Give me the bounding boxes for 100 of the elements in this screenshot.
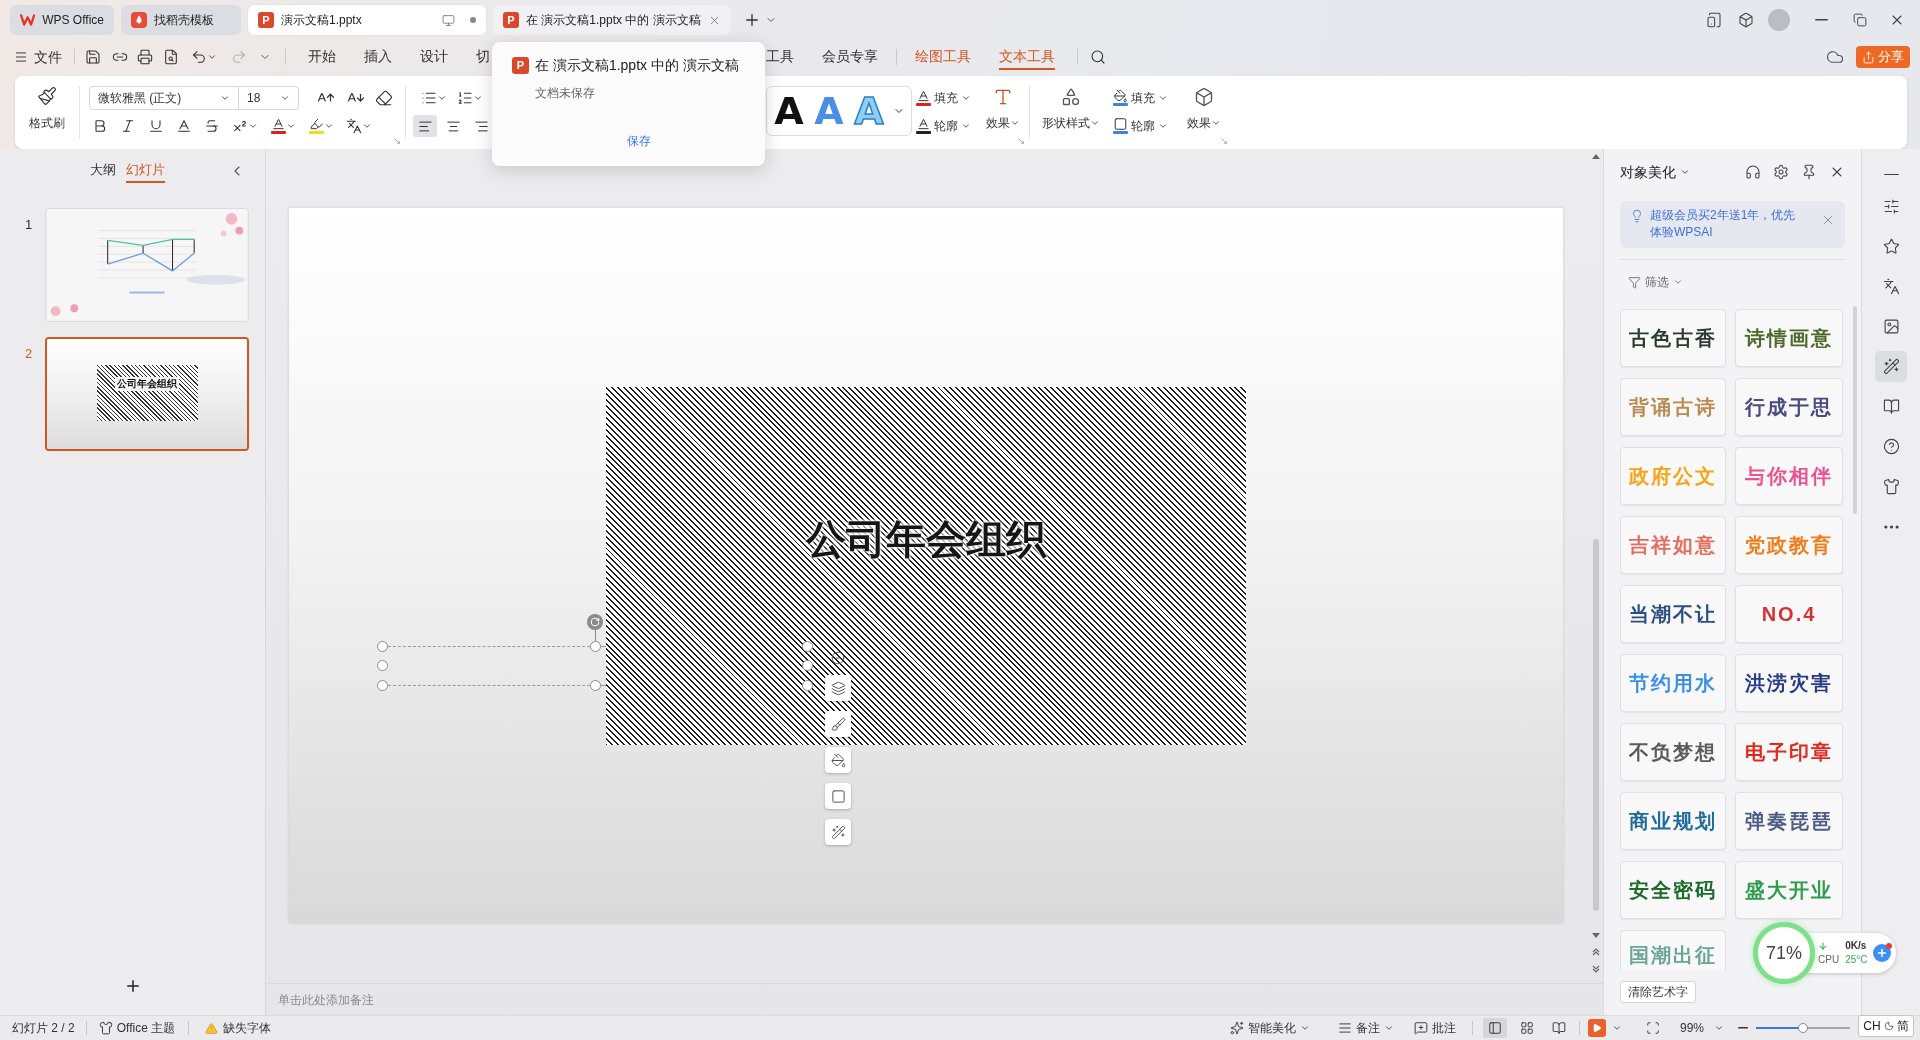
eraser-icon[interactable]	[375, 89, 393, 107]
panel-tab[interactable]: 幻灯片	[126, 159, 165, 183]
resize-handle[interactable]	[590, 680, 601, 691]
headset-icon[interactable]	[1745, 164, 1761, 180]
slide-thumbnail[interactable]	[45, 208, 249, 322]
fit-to-window-icon[interactable]	[1645, 1021, 1660, 1035]
pin-icon[interactable]	[1801, 164, 1817, 180]
wordart-style-tile[interactable]: 弹奏琵琶	[1735, 792, 1843, 850]
menu-tab[interactable]: 开始	[308, 44, 336, 70]
layers-button[interactable]	[825, 675, 851, 701]
save-link[interactable]: 保存	[626, 132, 651, 150]
comments-button[interactable]: 批注	[1413, 1019, 1456, 1037]
document-tab[interactable]: P 演示文稿1.pptx	[248, 5, 486, 35]
format-painter-button[interactable]: 格式刷	[29, 86, 65, 132]
filter-dropdown[interactable]: 筛选	[1628, 270, 1683, 294]
brush-button[interactable]	[825, 711, 851, 737]
align-left-button[interactable]	[413, 115, 437, 137]
settings-icon[interactable]	[1773, 164, 1789, 180]
menu-tab[interactable]: 会员专享	[822, 44, 878, 70]
shape-style-button[interactable]: 形状样式	[1042, 86, 1100, 132]
menu-tab[interactable]: 设计	[420, 44, 448, 70]
numbered-list-icon[interactable]	[457, 90, 473, 106]
resize-handle[interactable]	[377, 641, 388, 652]
shape-effect-button[interactable]: 效果	[1187, 86, 1221, 132]
file-menu[interactable]: 文件	[14, 46, 62, 68]
menu-tab[interactable]: 切	[476, 44, 490, 70]
font-family-dropdown[interactable]: 微软雅黑 (正文)	[89, 86, 239, 110]
panel-title-dropdown[interactable]: 对象美化	[1620, 161, 1690, 183]
notes-field[interactable]: 单击此处添加备注	[266, 984, 1603, 1015]
theme-button[interactable]: Office 主题	[98, 1019, 176, 1037]
italic-icon[interactable]	[120, 118, 136, 134]
wordart-style-tile[interactable]: 洪涝灾害	[1735, 654, 1843, 712]
notes-button[interactable]: 备注	[1337, 1019, 1394, 1037]
smart-beautify-button[interactable]: 智能美化	[1229, 1019, 1310, 1037]
normal-view-button[interactable]	[1482, 1018, 1507, 1038]
template-tab[interactable]: 找稻壳模板	[121, 5, 241, 35]
minus-circle-icon[interactable]	[831, 651, 845, 665]
resize-handle[interactable]	[377, 680, 388, 691]
wordart-style-tile[interactable]: NO.4	[1735, 585, 1843, 643]
wordart-style-tile[interactable]: 商业规划	[1620, 792, 1726, 850]
resize-handle[interactable]	[377, 660, 388, 671]
save-icon[interactable]	[85, 49, 101, 65]
scrollbar-thumb[interactable]	[1593, 539, 1599, 911]
wordart-style-tile[interactable]: 行成于思	[1735, 378, 1843, 436]
strikethrough-icon[interactable]	[204, 118, 220, 134]
magic-wand-button[interactable]	[825, 819, 851, 845]
wordart-style-tile[interactable]: 古色古香	[1620, 309, 1726, 367]
underline-icon[interactable]	[148, 118, 164, 134]
rotate-handle[interactable]	[587, 614, 603, 641]
font-size-dropdown[interactable]: 18	[239, 86, 299, 110]
wordart-style-tile[interactable]: 不负梦想	[1620, 723, 1726, 781]
text-outline-button[interactable]: 轮廓	[915, 114, 971, 138]
menu-tab[interactable]: 工具	[766, 44, 794, 70]
wordart-style-tile[interactable]: 电子印章	[1735, 723, 1843, 781]
text-fill-button[interactable]: 填充	[915, 86, 971, 110]
paint-bucket-button[interactable]	[825, 747, 851, 773]
shape-fill-button[interactable]: 填充	[1112, 86, 1168, 110]
resize-handle[interactable]	[802, 641, 813, 652]
wordart-style-tile[interactable]: 诗情画意	[1735, 309, 1843, 367]
next-slide-icon[interactable]	[1592, 965, 1600, 973]
zoom-slider[interactable]	[1756, 1023, 1850, 1033]
print-preview-icon[interactable]	[163, 49, 179, 65]
text-effect-button[interactable]: 效果	[986, 86, 1020, 132]
resize-handle[interactable]	[802, 680, 813, 691]
superscript-icon[interactable]	[232, 118, 248, 134]
new-tab-icon[interactable]	[743, 11, 761, 29]
clear-wordart-button[interactable]: 清除艺术字	[1620, 981, 1696, 1003]
cube-icon[interactable]	[1738, 12, 1754, 28]
missing-fonts-button[interactable]: 缺失字体	[205, 1019, 272, 1037]
tablet-icon[interactable]	[1706, 12, 1722, 28]
bullet-list-icon[interactable]	[421, 90, 437, 106]
wordart-style-tile[interactable]: 当潮不让	[1620, 585, 1726, 643]
menu-tab[interactable]: 插入	[364, 44, 392, 70]
printer-icon[interactable]	[137, 49, 153, 65]
bold-icon[interactable]	[92, 118, 108, 134]
cloud-icon[interactable]	[1826, 48, 1844, 66]
baseline-icon[interactable]	[176, 118, 192, 134]
zoom-slider-thumb[interactable]	[1798, 1023, 1808, 1033]
translate-icon[interactable]	[346, 118, 362, 134]
menu-tab[interactable]: 绘图工具	[915, 44, 971, 70]
scroll-up-icon[interactable]	[1592, 154, 1600, 159]
slide-thumbnail[interactable]: 公司年会组织	[45, 337, 249, 451]
scrollbar-thumb[interactable]	[1853, 306, 1857, 514]
add-button[interactable]	[1873, 944, 1891, 962]
resize-handle[interactable]	[590, 641, 601, 652]
undo-icon[interactable]	[191, 49, 207, 65]
minimize-icon[interactable]	[1815, 19, 1828, 21]
previous-slide-icon[interactable]	[1592, 948, 1600, 956]
search-icon[interactable]	[1090, 49, 1106, 65]
sidebar-tool-button[interactable]	[1875, 351, 1907, 382]
square-button[interactable]	[825, 783, 851, 809]
scroll-down-icon[interactable]	[1592, 933, 1600, 938]
document-tab[interactable]: P 在 演示文稿1.pptx 中的 演示文稿	[493, 5, 731, 35]
wordart-style-tile[interactable]: 安全密码	[1620, 861, 1726, 919]
wordart-preset[interactable]: A	[769, 89, 809, 133]
panel-tab[interactable]: 大纲	[90, 159, 116, 183]
play-button[interactable]	[1587, 1019, 1606, 1037]
shape-outline-button[interactable]: 轮廓	[1112, 114, 1168, 138]
restore-icon[interactable]	[1853, 13, 1867, 27]
menu-tab[interactable]: 文本工具	[999, 44, 1055, 70]
